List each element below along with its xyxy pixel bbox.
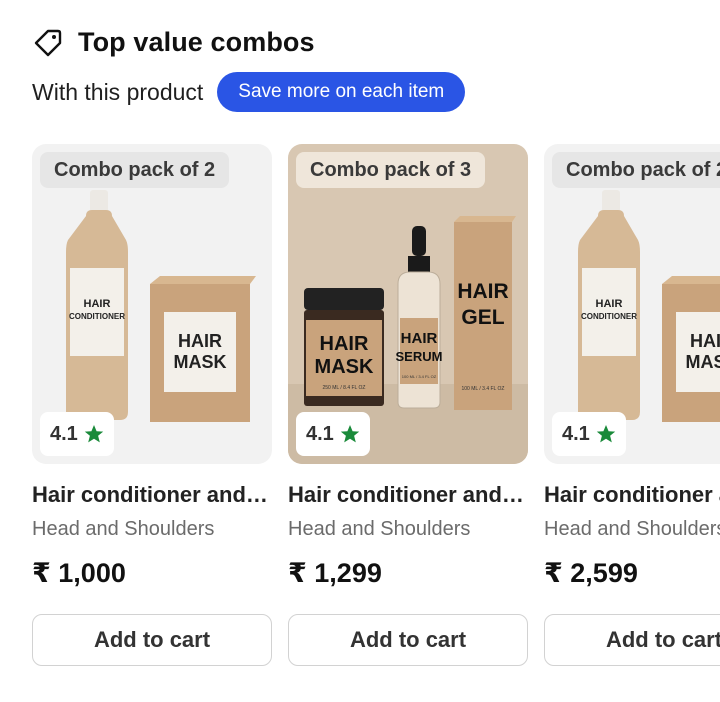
product-price: ₹ 2,599 [544,558,638,588]
product-name[interactable]: Hair conditioner and hair mask [32,482,272,508]
add-to-cart-button[interactable]: Add to cart [544,614,720,666]
tag-icon [32,26,64,58]
image-label: MASK [686,352,720,372]
image-label: HAIR [320,333,369,355]
image-label: HAIR [401,330,438,347]
image-label: HAIR [690,331,720,351]
subheader-row: With this product Save more on each item [32,72,466,112]
product-price: ₹ 1,000 [32,558,126,588]
image-label: 100 ML / 3.4 FL OZ [402,374,437,379]
combo-badge: Combo pack of 2 [552,152,720,188]
combo-card[interactable]: HAIR MASK 250 ML / 8.4 FL OZ HAIR SERUM … [288,144,528,666]
image-label: 100 ML / 3.4 FL OZ [462,386,505,392]
image-label: HAIR [84,298,111,310]
image-label: MASK [315,356,374,378]
image-label: MASK [174,352,227,372]
combo-carousel[interactable]: HAIR CONDITIONER HAIR MASK Combo pack of… [32,144,720,674]
combo-badge: Combo pack of 2 [40,152,230,188]
star-icon [340,424,360,444]
image-label: CONDITIONER [581,312,637,321]
star-icon [596,424,616,444]
subheader-text: With this product [32,78,204,105]
combo-card[interactable]: HAIR CONDITIONER HAIR MASK Combo pack of… [32,144,272,666]
product-name[interactable]: Hair conditioner and hair mask [288,482,528,508]
image-label: HAIR [596,298,623,310]
product-brand: Head and Shoulders [288,518,471,540]
star-icon [84,424,104,444]
rating-value: 4.1 [562,422,590,445]
save-more-pill[interactable]: Save more on each item [217,72,466,112]
product-brand: Head and Shoulders [32,518,215,540]
image-label: GEL [461,306,504,329]
product-price: ₹ 1,299 [288,558,382,588]
product-name[interactable]: Hair conditioner and hair mask [544,482,720,508]
image-label: 250 ML / 8.4 FL OZ [323,385,366,391]
add-to-cart-button[interactable]: Add to cart [32,614,272,666]
image-label: HAIR [178,331,222,351]
combo-card[interactable]: HAIR CONDITIONER HAIR MASK Combo pack of… [544,144,720,666]
add-to-cart-button[interactable]: Add to cart [288,614,528,666]
product-brand: Head and Shoulders [544,518,720,540]
section-header: Top value combos [32,26,315,58]
combo-badge: Combo pack of 3 [296,152,486,188]
section-title: Top value combos [78,26,315,57]
rating-badge: 4.1 [296,412,370,456]
image-label: HAIR [457,280,508,303]
rating-value: 4.1 [50,422,78,445]
image-label: CONDITIONER [69,312,125,321]
rating-badge: 4.1 [40,412,114,456]
rating-badge: 4.1 [552,412,626,456]
image-label: SERUM [396,349,443,364]
rating-value: 4.1 [306,422,334,445]
